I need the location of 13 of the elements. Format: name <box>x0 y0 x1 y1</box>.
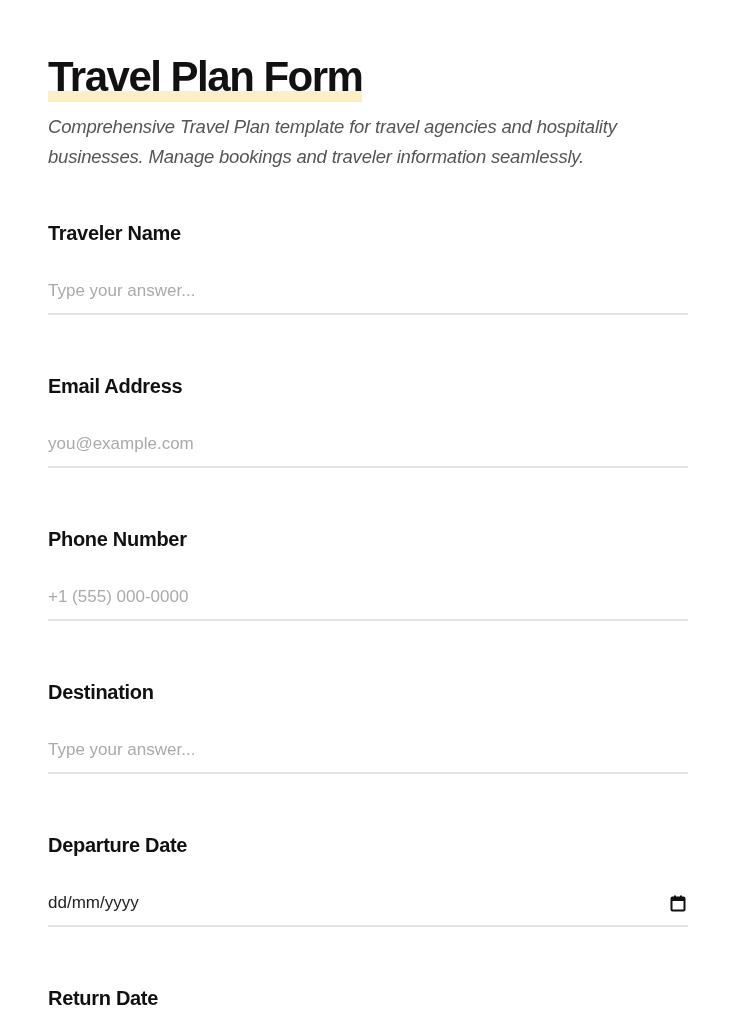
calendar-icon[interactable] <box>670 894 686 912</box>
input-field[interactable]: Type your answer... <box>48 740 688 774</box>
input-field[interactable]: +1 (555) 000-0000 <box>48 587 688 621</box>
date-field[interactable]: dd/mm/yyyy <box>48 893 688 927</box>
field-label: Departure Date <box>48 834 189 857</box>
input-field[interactable]: you@example.com <box>48 434 688 468</box>
input-field[interactable]: Type your answer... <box>48 281 688 315</box>
field-label: Destination <box>48 681 155 704</box>
field-label: Email Address <box>48 375 184 398</box>
form-description: Comprehensive Travel Plan template for travel agencies and hospitality businesses. Manage bookings and traveler information seamlessly. <box>48 115 619 169</box>
field-label: Traveler Name <box>48 222 182 245</box>
field-label: Phone Number <box>48 528 188 551</box>
field-label: Return Date <box>48 987 160 1010</box>
